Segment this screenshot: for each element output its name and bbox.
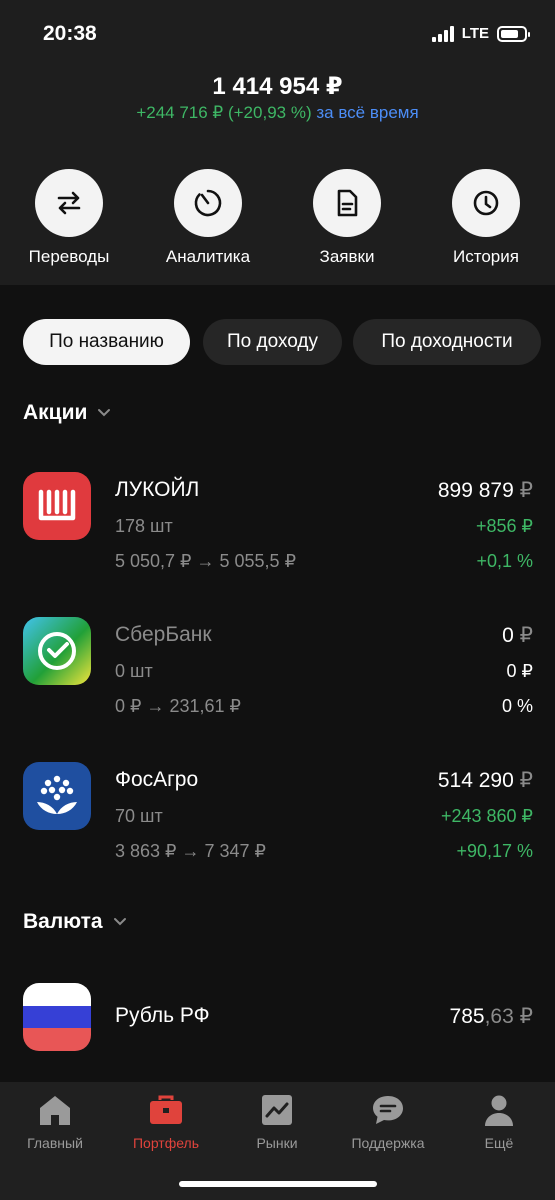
action-history[interactable]: История	[426, 169, 546, 267]
sort-by-income-chip[interactable]: По доходу	[203, 319, 342, 365]
tab-label: Рынки	[256, 1135, 298, 1151]
asset-value-currency: ₽	[519, 479, 533, 502]
tab-label: Главный	[27, 1135, 83, 1151]
sberbank-logo-icon	[23, 617, 91, 685]
asset-quantity: 70 шт	[115, 806, 163, 826]
transfer-icon	[35, 169, 103, 237]
home-indicator[interactable]	[179, 1181, 377, 1187]
tab-label: Поддержка	[351, 1135, 425, 1151]
section-currency[interactable]: Валюта	[23, 910, 127, 934]
asset-price-change: 3 863 ₽ → 7 347 ₽	[115, 841, 266, 861]
asset-value: 899 879 ₽	[438, 478, 533, 503]
portfolio-gain: +244 716 ₽ (+20,93 %) за всё время	[0, 103, 555, 123]
portfolio-total: 1 414 954 ₽	[212, 73, 343, 100]
asset-value: 785,63 ₽	[450, 1004, 533, 1029]
asset-row-lukoil[interactable]: ЛУКОЙЛ 178 шт 5 050,7 ₽ → 5 055,5 ₽ 899 …	[23, 472, 533, 582]
asset-value-amount: 514 290	[437, 769, 514, 792]
tab-portfolio[interactable]: Портфель	[116, 1092, 216, 1151]
phosagro-logo-icon	[23, 762, 91, 830]
chevron-down-icon	[97, 405, 111, 421]
action-label: Заявки	[319, 247, 375, 266]
asset-value: 514 290 ₽	[438, 768, 533, 793]
section-title: Акции	[23, 401, 88, 424]
asset-value-currency: ₽	[519, 769, 533, 792]
tab-more[interactable]: Ещё	[449, 1092, 549, 1151]
tab-label: Портфель	[132, 1135, 200, 1151]
signal-icon	[431, 25, 454, 42]
pie-chart-icon	[174, 169, 242, 237]
asset-quantity: 0 шт	[115, 661, 153, 681]
asset-value: 0 ₽	[502, 623, 533, 648]
action-label: Аналитика	[165, 247, 251, 266]
section-stocks[interactable]: Акции	[23, 401, 111, 425]
asset-gain-percent: 0 %	[501, 696, 533, 716]
asset-value-integer: 785	[449, 1005, 485, 1028]
portfolio-gain-value: +244 716 ₽ (+20,93 %)	[136, 103, 312, 122]
tab-markets[interactable]: Рынки	[227, 1092, 327, 1151]
battery-icon	[497, 25, 530, 42]
asset-price-change: 5 050,7 ₽ → 5 055,5 ₽	[115, 551, 297, 571]
clock-icon	[452, 169, 520, 237]
asset-gain-percent: +90,17 %	[456, 841, 533, 861]
asset-gain-percent: +0,1 %	[476, 551, 533, 571]
tab-support[interactable]: Поддержка	[338, 1092, 438, 1151]
quick-actions: Переводы Аналитика Заявки История	[0, 169, 555, 269]
status-time: 20:38	[43, 22, 97, 45]
status-indicators: LTE	[431, 25, 530, 42]
profile-icon	[449, 1092, 549, 1128]
asset-value-currency: ₽	[519, 1005, 533, 1028]
action-label: Переводы	[28, 247, 110, 266]
asset-value-amount: 0	[502, 624, 514, 647]
action-label: История	[453, 247, 519, 266]
asset-name: СберБанк	[115, 623, 212, 646]
asset-row-sberbank[interactable]: СберБанк 0 шт 0 ₽ → 231,61 ₽ 0 ₽ 0 ₽ 0 %	[23, 617, 533, 727]
asset-price-change: 0 ₽ → 231,61 ₽	[115, 696, 241, 716]
asset-value-fraction: ,63	[484, 1005, 514, 1028]
briefcase-icon	[116, 1092, 216, 1128]
action-analytics[interactable]: Аналитика	[148, 169, 268, 267]
section-title: Валюта	[23, 910, 103, 933]
asset-gain: +243 860 ₽	[440, 806, 533, 826]
asset-gain: 0 ₽	[506, 661, 533, 681]
document-icon	[313, 169, 381, 237]
asset-quantity: 178 шт	[115, 516, 173, 536]
sort-by-yield-chip[interactable]: По доходности	[353, 319, 541, 365]
chevron-down-icon	[113, 914, 127, 930]
asset-value-amount: 899 879	[437, 479, 514, 502]
asset-row-ruble[interactable]: Рубль РФ 785,63 ₽	[23, 983, 533, 1053]
home-icon	[5, 1092, 105, 1128]
action-orders[interactable]: Заявки	[287, 169, 407, 267]
chat-icon	[338, 1092, 438, 1128]
asset-name: ЛУКОЙЛ	[115, 478, 200, 501]
asset-name: Рубль РФ	[115, 1004, 210, 1027]
chart-icon	[227, 1092, 327, 1128]
sort-by-name-chip[interactable]: По названию	[23, 319, 190, 365]
asset-name: ФосАгро	[115, 768, 199, 791]
action-transfers[interactable]: Переводы	[9, 169, 129, 267]
asset-gain: +856 ₽	[476, 516, 533, 536]
asset-row-phosagro[interactable]: ФосАгро 70 шт 3 863 ₽ → 7 347 ₽ 514 290 …	[23, 762, 533, 872]
tab-home[interactable]: Главный	[5, 1092, 105, 1151]
tab-label: Ещё	[484, 1135, 514, 1151]
network-label: LTE	[461, 25, 489, 42]
gain-period-link[interactable]: за всё время	[316, 103, 418, 122]
russia-flag-icon	[23, 983, 91, 1051]
asset-value-currency: ₽	[519, 624, 533, 647]
lukoil-logo-icon	[23, 472, 91, 540]
